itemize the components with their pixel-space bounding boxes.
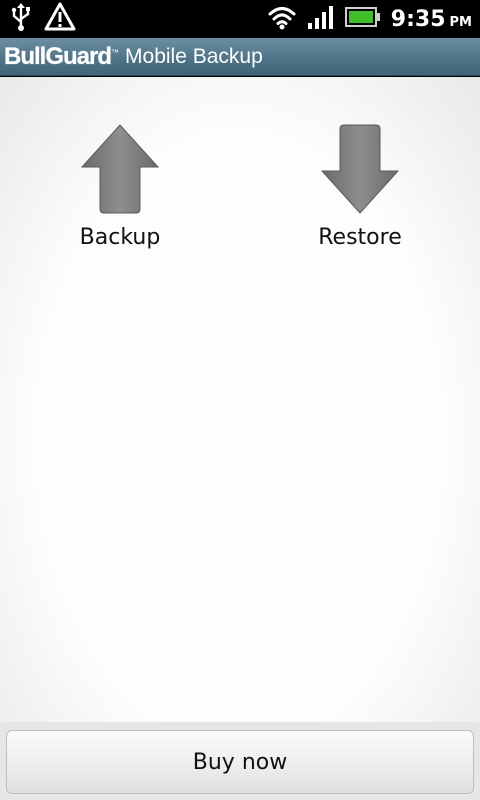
- status-bar: 9:35 PM: [0, 0, 480, 38]
- restore-label: Restore: [318, 225, 402, 250]
- clock-ampm: PM: [449, 14, 472, 30]
- title-bar: BullGuard ™ Mobile Backup: [0, 38, 480, 76]
- status-right: 9:35 PM: [267, 4, 472, 34]
- warning-icon: [44, 2, 76, 36]
- arrow-down-icon: [320, 123, 400, 215]
- backup-button[interactable]: Backup: [40, 123, 200, 250]
- buy-now-button[interactable]: Buy now: [6, 730, 474, 794]
- signal-icon: [307, 4, 335, 34]
- backup-label: Backup: [79, 225, 161, 250]
- usb-icon: [10, 2, 32, 36]
- main-content: Backup Restore: [0, 77, 480, 800]
- wifi-icon: [267, 4, 297, 34]
- app-title: Mobile Backup: [125, 44, 263, 68]
- buy-now-label: Buy now: [192, 749, 288, 775]
- brand-logo: BullGuard: [4, 42, 112, 70]
- battery-icon: [344, 6, 381, 32]
- restore-button[interactable]: Restore: [280, 123, 440, 250]
- arrow-up-icon: [80, 123, 160, 215]
- status-left: [10, 2, 76, 36]
- screen: 9:35 PM BullGuard ™ Mobile Backup Backup…: [0, 0, 480, 800]
- clock-time: 9:35: [390, 6, 446, 32]
- clock: 9:35 PM: [391, 7, 472, 32]
- brand-trademark: ™: [111, 48, 120, 57]
